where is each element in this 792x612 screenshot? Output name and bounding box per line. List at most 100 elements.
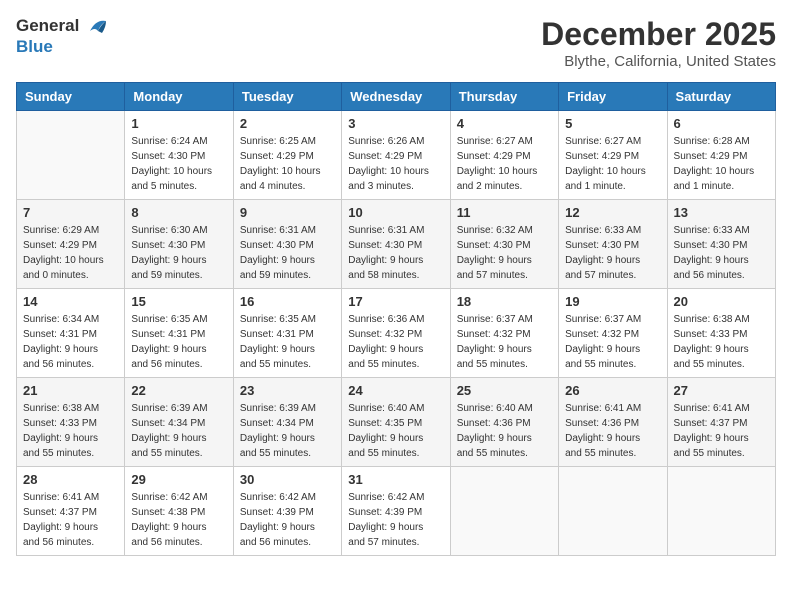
day-number: 19 [565, 294, 660, 309]
day-number: 29 [131, 472, 226, 487]
day-info: Sunrise: 6:30 AM Sunset: 4:30 PM Dayligh… [131, 223, 226, 283]
day-number: 13 [674, 205, 769, 220]
day-number: 20 [674, 294, 769, 309]
calendar-cell: 11Sunrise: 6:32 AM Sunset: 4:30 PM Dayli… [450, 200, 558, 289]
day-number: 23 [240, 383, 335, 398]
day-number: 7 [23, 205, 118, 220]
calendar-cell: 23 Sunrise: 6:39 AM Sunset: 4:34 PM Dayli… [233, 378, 341, 467]
weekday-header-row: SundayMondayTuesdayWednesdayThursdayFrid… [17, 83, 776, 111]
day-number: 14 [23, 294, 118, 309]
calendar-cell: 26 Sunrise: 6:41 AM Sunset: 4:36 PM Dayli… [559, 378, 667, 467]
calendar-cell: 8Sunrise: 6:30 AM Sunset: 4:30 PM Daylig… [125, 200, 233, 289]
calendar-cell: 1 Sunrise: 6:24 AM Sunset: 4:30 PM Daylig… [125, 111, 233, 200]
calendar-cell: 22 Sunrise: 6:39 AM Sunset: 4:34 PM Dayli… [125, 378, 233, 467]
calendar-week-row: 21Sunrise: 6:38 AM Sunset: 4:33 PM Dayli… [17, 378, 776, 467]
calendar-cell: 6 Sunrise: 6:28 AM Sunset: 4:29 PM Daylig… [667, 111, 775, 200]
calendar-cell: 18Sunrise: 6:37 AM Sunset: 4:32 PM Dayli… [450, 289, 558, 378]
day-info: Sunrise: 6:33 AM Sunset: 4:30 PM Dayligh… [674, 223, 769, 283]
calendar-cell [667, 467, 775, 556]
page-header: General Blue December 2025 Blythe, Calif… [16, 16, 776, 70]
calendar-table: SundayMondayTuesdayWednesdayThursdayFrid… [16, 82, 776, 556]
day-number: 4 [457, 116, 552, 131]
day-number: 26 [565, 383, 660, 398]
calendar-cell: 25Sunrise: 6:40 AM Sunset: 4:36 PM Dayli… [450, 378, 558, 467]
calendar-cell: 2 Sunrise: 6:25 AM Sunset: 4:29 PM Daylig… [233, 111, 341, 200]
month-title: December 2025 [541, 16, 776, 53]
day-number: 31 [348, 472, 443, 487]
day-info: Sunrise: 6:25 AM Sunset: 4:29 PM Dayligh… [240, 134, 335, 194]
calendar-cell: 12 Sunrise: 6:33 AM Sunset: 4:30 PM Dayli… [559, 200, 667, 289]
day-number: 12 [565, 205, 660, 220]
day-info: Sunrise: 6:40 AM Sunset: 4:36 PM Dayligh… [457, 401, 552, 461]
calendar-cell: 13 Sunrise: 6:33 AM Sunset: 4:30 PM Dayli… [667, 200, 775, 289]
calendar-cell [450, 467, 558, 556]
calendar-cell: 28 Sunrise: 6:41 AM Sunset: 4:37 PM Dayli… [17, 467, 125, 556]
day-info: Sunrise: 6:35 AM Sunset: 4:31 PM Dayligh… [131, 312, 226, 372]
day-number: 3 [348, 116, 443, 131]
calendar-cell: 7 Sunrise: 6:29 AM Sunset: 4:29 PM Daylig… [17, 200, 125, 289]
day-number: 2 [240, 116, 335, 131]
day-info: Sunrise: 6:37 AM Sunset: 4:32 PM Dayligh… [565, 312, 660, 372]
calendar-cell: 21Sunrise: 6:38 AM Sunset: 4:33 PM Dayli… [17, 378, 125, 467]
logo-bird-icon [86, 17, 108, 37]
day-info: Sunrise: 6:24 AM Sunset: 4:30 PM Dayligh… [131, 134, 226, 194]
day-info: Sunrise: 6:35 AM Sunset: 4:31 PM Dayligh… [240, 312, 335, 372]
day-number: 11 [457, 205, 552, 220]
day-number: 17 [348, 294, 443, 309]
day-info: Sunrise: 6:41 AM Sunset: 4:37 PM Dayligh… [674, 401, 769, 461]
calendar-week-row: 1 Sunrise: 6:24 AM Sunset: 4:30 PM Daylig… [17, 111, 776, 200]
calendar-cell: 20 Sunrise: 6:38 AM Sunset: 4:33 PM Dayli… [667, 289, 775, 378]
calendar-cell: 15 Sunrise: 6:35 AM Sunset: 4:31 PM Dayli… [125, 289, 233, 378]
day-number: 15 [131, 294, 226, 309]
location-title: Blythe, California, United States [541, 53, 776, 70]
weekday-header: Monday [125, 83, 233, 111]
calendar-week-row: 14 Sunrise: 6:34 AM Sunset: 4:31 PM Dayli… [17, 289, 776, 378]
logo-text: General Blue [16, 16, 108, 56]
calendar-cell [17, 111, 125, 200]
day-info: Sunrise: 6:34 AM Sunset: 4:31 PM Dayligh… [23, 312, 118, 372]
calendar-cell: 27 Sunrise: 6:41 AM Sunset: 4:37 PM Dayli… [667, 378, 775, 467]
weekday-header: Thursday [450, 83, 558, 111]
day-number: 30 [240, 472, 335, 487]
day-info: Sunrise: 6:41 AM Sunset: 4:36 PM Dayligh… [565, 401, 660, 461]
calendar-cell: 24Sunrise: 6:40 AM Sunset: 4:35 PM Dayli… [342, 378, 450, 467]
day-info: Sunrise: 6:31 AM Sunset: 4:30 PM Dayligh… [348, 223, 443, 283]
day-info: Sunrise: 6:42 AM Sunset: 4:39 PM Dayligh… [240, 490, 335, 550]
weekday-header: Wednesday [342, 83, 450, 111]
day-info: Sunrise: 6:33 AM Sunset: 4:30 PM Dayligh… [565, 223, 660, 283]
day-info: Sunrise: 6:29 AM Sunset: 4:29 PM Dayligh… [23, 223, 118, 283]
day-info: Sunrise: 6:41 AM Sunset: 4:37 PM Dayligh… [23, 490, 118, 550]
day-number: 28 [23, 472, 118, 487]
calendar-cell: 14 Sunrise: 6:34 AM Sunset: 4:31 PM Dayli… [17, 289, 125, 378]
day-info: Sunrise: 6:38 AM Sunset: 4:33 PM Dayligh… [674, 312, 769, 372]
day-info: Sunrise: 6:28 AM Sunset: 4:29 PM Dayligh… [674, 134, 769, 194]
calendar-cell: 5 Sunrise: 6:27 AM Sunset: 4:29 PM Daylig… [559, 111, 667, 200]
weekday-header: Friday [559, 83, 667, 111]
day-info: Sunrise: 6:26 AM Sunset: 4:29 PM Dayligh… [348, 134, 443, 194]
calendar-cell: 29 Sunrise: 6:42 AM Sunset: 4:38 PM Dayli… [125, 467, 233, 556]
day-info: Sunrise: 6:27 AM Sunset: 4:29 PM Dayligh… [565, 134, 660, 194]
calendar-week-row: 7 Sunrise: 6:29 AM Sunset: 4:29 PM Daylig… [17, 200, 776, 289]
day-number: 1 [131, 116, 226, 131]
day-info: Sunrise: 6:39 AM Sunset: 4:34 PM Dayligh… [131, 401, 226, 461]
day-number: 10 [348, 205, 443, 220]
calendar-cell: 9Sunrise: 6:31 AM Sunset: 4:30 PM Daylig… [233, 200, 341, 289]
weekday-header: Sunday [17, 83, 125, 111]
calendar-cell: 31Sunrise: 6:42 AM Sunset: 4:39 PM Dayli… [342, 467, 450, 556]
day-number: 24 [348, 383, 443, 398]
day-number: 5 [565, 116, 660, 131]
day-number: 22 [131, 383, 226, 398]
day-info: Sunrise: 6:39 AM Sunset: 4:34 PM Dayligh… [240, 401, 335, 461]
day-number: 27 [674, 383, 769, 398]
day-number: 6 [674, 116, 769, 131]
day-info: Sunrise: 6:27 AM Sunset: 4:29 PM Dayligh… [457, 134, 552, 194]
calendar-cell: 30 Sunrise: 6:42 AM Sunset: 4:39 PM Dayli… [233, 467, 341, 556]
weekday-header: Tuesday [233, 83, 341, 111]
day-info: Sunrise: 6:36 AM Sunset: 4:32 PM Dayligh… [348, 312, 443, 372]
day-number: 9 [240, 205, 335, 220]
calendar-cell: 4 Sunrise: 6:27 AM Sunset: 4:29 PM Daylig… [450, 111, 558, 200]
day-info: Sunrise: 6:42 AM Sunset: 4:38 PM Dayligh… [131, 490, 226, 550]
day-number: 21 [23, 383, 118, 398]
weekday-header: Saturday [667, 83, 775, 111]
calendar-cell: 10 Sunrise: 6:31 AM Sunset: 4:30 PM Dayli… [342, 200, 450, 289]
